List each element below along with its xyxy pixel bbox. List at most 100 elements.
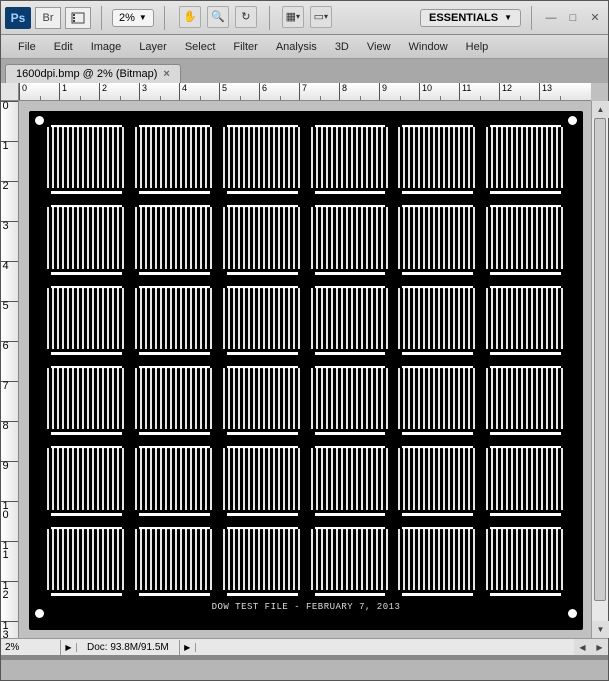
ruler-tick: 3 [1, 221, 19, 261]
ruler-tick: 8 [339, 83, 379, 101]
scroll-right-icon[interactable]: ▶ [591, 639, 608, 656]
chevron-down-icon: ▼ [139, 13, 147, 22]
titlebar-left: Ps Br 2% ▼ [5, 6, 171, 30]
status-arrow-icon[interactable]: ▶ [61, 643, 77, 652]
pcb-cell [484, 364, 567, 439]
canvas: DOW TEST FILE - FEBRUARY 7, 2013 [29, 111, 583, 630]
titlebar-tools: ✋ 🔍 ↻ ▦▾ ▭▾ [179, 6, 332, 30]
document-tab[interactable]: 1600dpi.bmp @ 2% (Bitmap) × [5, 64, 181, 83]
pcb-cell [45, 284, 128, 359]
menu-image[interactable]: Image [82, 37, 131, 57]
menu-layer[interactable]: Layer [130, 37, 176, 57]
window-resize-edge[interactable] [1, 655, 608, 660]
ruler-tick: 1 [1, 141, 19, 181]
status-popup-icon[interactable]: ▶ [180, 643, 196, 652]
ruler-tick: 11 [1, 541, 19, 581]
pcb-cell [396, 525, 479, 600]
scroll-up-icon[interactable]: ▲ [592, 101, 609, 118]
pcb-cell [396, 203, 479, 278]
ruler-tick: 12 [1, 581, 19, 621]
workspace-switcher[interactable]: ESSENTIALS ▼ [420, 9, 521, 27]
status-bar: 2% ▶ Doc: 93.8M/91.5M ▶ ◀ ▶ [1, 638, 608, 655]
ruler-tick: 11 [459, 83, 499, 101]
menu-view[interactable]: View [358, 37, 400, 57]
pcb-cell [396, 444, 479, 519]
pcb-cell [45, 203, 128, 278]
menu-file[interactable]: File [9, 37, 45, 57]
screen-mode-icon[interactable]: ▭▾ [310, 6, 332, 28]
ruler-tick: 8 [1, 421, 19, 461]
pcb-cell [309, 525, 392, 600]
photoshop-icon[interactable]: Ps [5, 7, 31, 29]
minibridge-icon[interactable] [65, 7, 91, 29]
pcb-cell [221, 284, 304, 359]
pcb-cell [221, 444, 304, 519]
fiducial-dot [35, 116, 44, 125]
pcb-cell [221, 203, 304, 278]
ruler-tick: 2 [1, 181, 19, 221]
menu-window[interactable]: Window [400, 37, 457, 57]
minimize-button[interactable]: — [542, 10, 560, 26]
pcb-cell [133, 203, 216, 278]
zoom-level-dropdown[interactable]: 2% ▼ [112, 9, 154, 27]
divider [269, 6, 270, 30]
divider [531, 6, 532, 30]
arrange-documents-icon[interactable]: ▦▾ [282, 6, 304, 28]
pcb-cell [221, 525, 304, 600]
ruler-tick: 9 [379, 83, 419, 101]
close-tab-icon[interactable]: × [163, 68, 169, 80]
pcb-cell [133, 123, 216, 198]
close-button[interactable]: ✕ [586, 10, 604, 26]
menu-help[interactable]: Help [457, 37, 498, 57]
pcb-cell [309, 284, 392, 359]
ruler-tick: 5 [1, 301, 19, 341]
filmstrip-icon [71, 12, 85, 24]
status-doc-info[interactable]: Doc: 93.8M/91.5M [77, 640, 180, 655]
ruler-tick: 10 [1, 501, 19, 541]
pcb-cell [309, 364, 392, 439]
ruler-tick: 0 [1, 101, 19, 141]
ruler-tick: 13 [1, 621, 19, 638]
ruler-tick: 10 [419, 83, 459, 101]
scroll-down-icon[interactable]: ▼ [592, 621, 609, 638]
ruler-tick: 7 [299, 83, 339, 101]
pcb-cell [221, 123, 304, 198]
menu-bar: File Edit Image Layer Select Filter Anal… [1, 35, 608, 59]
menu-select[interactable]: Select [176, 37, 225, 57]
zoom-tool-icon[interactable]: 🔍 [207, 6, 229, 28]
document-tab-bar: 1600dpi.bmp @ 2% (Bitmap) × [1, 59, 608, 83]
status-zoom-field[interactable]: 2% [1, 640, 61, 655]
menu-edit[interactable]: Edit [45, 37, 82, 57]
document-tab-label: 1600dpi.bmp @ 2% (Bitmap) [16, 68, 157, 80]
pcb-cell [484, 203, 567, 278]
ruler-vertical[interactable]: 012345678910111213 [1, 101, 19, 638]
pcb-cell [309, 203, 392, 278]
editor-area: 012345678910111213 012345678910111213 DO… [1, 83, 608, 660]
scrollbar-thumb[interactable] [594, 118, 606, 601]
ruler-tick: 0 [19, 83, 59, 101]
vertical-scrollbar[interactable]: ▲ ▼ [591, 101, 608, 638]
scroll-left-icon[interactable]: ◀ [574, 639, 591, 656]
chevron-down-icon: ▼ [504, 13, 512, 22]
maximize-button[interactable]: □ [564, 10, 582, 26]
menu-analysis[interactable]: Analysis [267, 37, 326, 57]
canvas-viewport[interactable]: DOW TEST FILE - FEBRUARY 7, 2013 [19, 101, 591, 638]
ruler-tick: 3 [139, 83, 179, 101]
ruler-tick: 6 [259, 83, 299, 101]
ruler-origin[interactable] [1, 83, 19, 101]
fiducial-dot [568, 609, 577, 618]
divider [164, 6, 165, 30]
pcb-cell [221, 364, 304, 439]
hand-tool-icon[interactable]: ✋ [179, 6, 201, 28]
pcb-cell [484, 284, 567, 359]
rotate-view-icon[interactable]: ↻ [235, 6, 257, 28]
pcb-grid [45, 123, 567, 600]
pcb-cell [133, 525, 216, 600]
menu-3d[interactable]: 3D [326, 37, 358, 57]
pcb-cell [396, 364, 479, 439]
pcb-cell [45, 525, 128, 600]
ruler-horizontal[interactable]: 012345678910111213 [19, 83, 591, 101]
ruler-tick: 12 [499, 83, 539, 101]
bridge-icon[interactable]: Br [35, 7, 61, 29]
menu-filter[interactable]: Filter [224, 37, 266, 57]
